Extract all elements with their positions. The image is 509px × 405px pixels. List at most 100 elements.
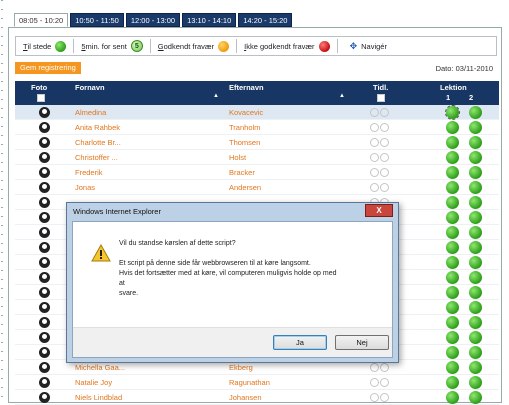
- dialog-line-2: Hvis det fortsætter med at køre, vil com…: [119, 270, 337, 277]
- table-row[interactable]: Charlotte Br... Thomsen: [15, 135, 499, 150]
- late-badge-icon: 5: [130, 40, 143, 52]
- lesson-1-status-icon[interactable]: [446, 136, 459, 149]
- table-row[interactable]: Natalie Joy Ragunathan: [15, 375, 499, 390]
- lesson-2-status-icon[interactable]: [469, 271, 482, 284]
- lesson-1-status-icon[interactable]: [446, 181, 459, 194]
- student-photo-icon: [39, 302, 50, 313]
- tab-0805-1020[interactable]: 08:05 - 10:20: [14, 13, 69, 27]
- lesson-2-status-icon[interactable]: [469, 151, 482, 164]
- foto-checkbox[interactable]: [37, 94, 45, 102]
- table-row[interactable]: Frederik Bracker: [15, 165, 499, 180]
- legend-til-stede[interactable]: Til stede: [16, 39, 75, 53]
- lesson-2-status-icon[interactable]: [469, 211, 482, 224]
- lesson-1-status-icon[interactable]: [446, 121, 459, 134]
- lesson-1-status-icon[interactable]: [446, 196, 459, 209]
- dialog-title: Windows Internet Explorer: [73, 207, 161, 216]
- first-name[interactable]: Almedina: [75, 108, 106, 117]
- lesson-2-status-icon[interactable]: [469, 256, 482, 269]
- lesson-2-status-icon[interactable]: [469, 121, 482, 134]
- dialog-footer: Ja Nej: [73, 327, 392, 357]
- legend-ikke-godkendt[interactable]: Ikke godkendt fravær: [237, 39, 338, 53]
- tab-1200-1300[interactable]: 12:00 - 13:00: [125, 13, 181, 27]
- yes-button[interactable]: Ja: [273, 335, 327, 350]
- lesson-1-status-icon[interactable]: [446, 301, 459, 314]
- lesson-2-status-icon[interactable]: [469, 226, 482, 239]
- col-efternavn[interactable]: Efternavn: [229, 83, 264, 92]
- table-row[interactable]: Almedina Kovacevic: [15, 105, 499, 120]
- sort-up-icon[interactable]: ▲: [213, 93, 219, 99]
- lesson-2-status-icon[interactable]: [469, 136, 482, 149]
- col-lektion: Lektion: [440, 83, 467, 92]
- first-name[interactable]: Frederik: [75, 168, 103, 177]
- lesson-2-status-icon[interactable]: [469, 346, 482, 359]
- lesson-2-status-icon[interactable]: [469, 376, 482, 389]
- legend-min-sent[interactable]: 5 min. for sent 5: [74, 39, 151, 53]
- first-name[interactable]: Charlotte Br...: [75, 138, 121, 147]
- lesson-1-status-icon[interactable]: [446, 166, 459, 179]
- lesson-1-status-icon[interactable]: [446, 211, 459, 224]
- lesson-2-status-icon[interactable]: [469, 286, 482, 299]
- dialog-question: Vil du standse kørslen af dette script?: [119, 240, 236, 247]
- lesson-1-status-icon[interactable]: [446, 226, 459, 239]
- lesson-1-status-icon[interactable]: [446, 286, 459, 299]
- col-tidl: Tidl.: [373, 83, 389, 92]
- last-name: Kovacevic: [229, 108, 264, 117]
- table-row[interactable]: Christoffer ... Holst: [15, 150, 499, 165]
- lesson-2-status-icon[interactable]: [469, 196, 482, 209]
- lesson-2-status-icon[interactable]: [469, 331, 482, 344]
- student-photo-icon: [39, 122, 50, 133]
- dialog-line-3: at: [119, 280, 125, 287]
- tab-1420-1520[interactable]: 14:20 - 15:20: [238, 13, 293, 27]
- lesson-1-status-icon[interactable]: [446, 151, 459, 164]
- lesson-1-status-icon[interactable]: [446, 391, 459, 404]
- first-name[interactable]: Michella Gaa...: [75, 363, 125, 372]
- lesson-2-status-icon[interactable]: [469, 181, 482, 194]
- lesson-1-status-icon[interactable]: [446, 241, 459, 254]
- empty-circle-icon: [370, 393, 379, 402]
- student-photo-icon: [39, 287, 50, 298]
- lesson-2-status-icon[interactable]: [469, 166, 482, 179]
- legend-naviger[interactable]: ✥ Navigér: [338, 39, 394, 53]
- date-label: Dato: 03/11-2010: [435, 64, 493, 73]
- table-row[interactable]: Jonas Andersen: [15, 180, 499, 195]
- lesson-2-status-icon[interactable]: [469, 316, 482, 329]
- lesson-1-status-icon[interactable]: [446, 256, 459, 269]
- dialog-close-button[interactable]: X: [365, 204, 393, 217]
- tab-1050-1150[interactable]: 10:50 - 11:50: [70, 13, 124, 27]
- first-name[interactable]: Anita Rahbek: [75, 123, 120, 132]
- first-name[interactable]: Jonas: [75, 183, 95, 192]
- tab-1310-1410[interactable]: 13:10 - 14:10: [182, 13, 237, 27]
- lesson-1-status-icon[interactable]: [445, 105, 460, 120]
- lesson-2-status-icon[interactable]: [469, 301, 482, 314]
- lesson-1-status-icon[interactable]: [446, 271, 459, 284]
- save-registration-button[interactable]: Gem registrering: [15, 62, 81, 74]
- lesson-1-status-icon[interactable]: [446, 376, 459, 389]
- legend-godkendt[interactable]: Godkendt fravær: [151, 39, 238, 53]
- first-name[interactable]: Niels Lindblad: [75, 393, 122, 402]
- lesson-1-status-icon[interactable]: [446, 331, 459, 344]
- col-lektion-1: 1: [446, 93, 451, 102]
- empty-circle-icon: [370, 138, 379, 147]
- lesson-2-status-icon[interactable]: [469, 361, 482, 374]
- warning-icon: [91, 244, 111, 262]
- no-button[interactable]: Nej: [335, 335, 389, 350]
- last-name: Bracker: [229, 168, 255, 177]
- orange-ball-icon: [218, 40, 230, 52]
- lesson-2-status-icon[interactable]: [469, 241, 482, 254]
- dialog-line-1: Et script på denne side får webbrowseren…: [119, 260, 311, 267]
- lesson-1-status-icon[interactable]: [446, 316, 459, 329]
- col-fornavn[interactable]: Fornavn: [75, 83, 105, 92]
- lesson-2-status-icon[interactable]: [469, 391, 482, 404]
- student-photo-icon: [39, 152, 50, 163]
- tidl-checkbox[interactable]: [377, 94, 385, 102]
- lesson-2-status-icon[interactable]: [469, 106, 482, 119]
- lesson-1-status-icon[interactable]: [446, 346, 459, 359]
- first-name[interactable]: Christoffer ...: [75, 153, 118, 162]
- student-photo-icon: [39, 167, 50, 178]
- student-photo-icon: [39, 272, 50, 283]
- lesson-1-status-icon[interactable]: [446, 361, 459, 374]
- first-name[interactable]: Natalie Joy: [75, 378, 112, 387]
- previous-status: [370, 393, 389, 402]
- table-row[interactable]: Anita Rahbek Tranholm: [15, 120, 499, 135]
- sort-up-icon[interactable]: ▲: [339, 93, 345, 99]
